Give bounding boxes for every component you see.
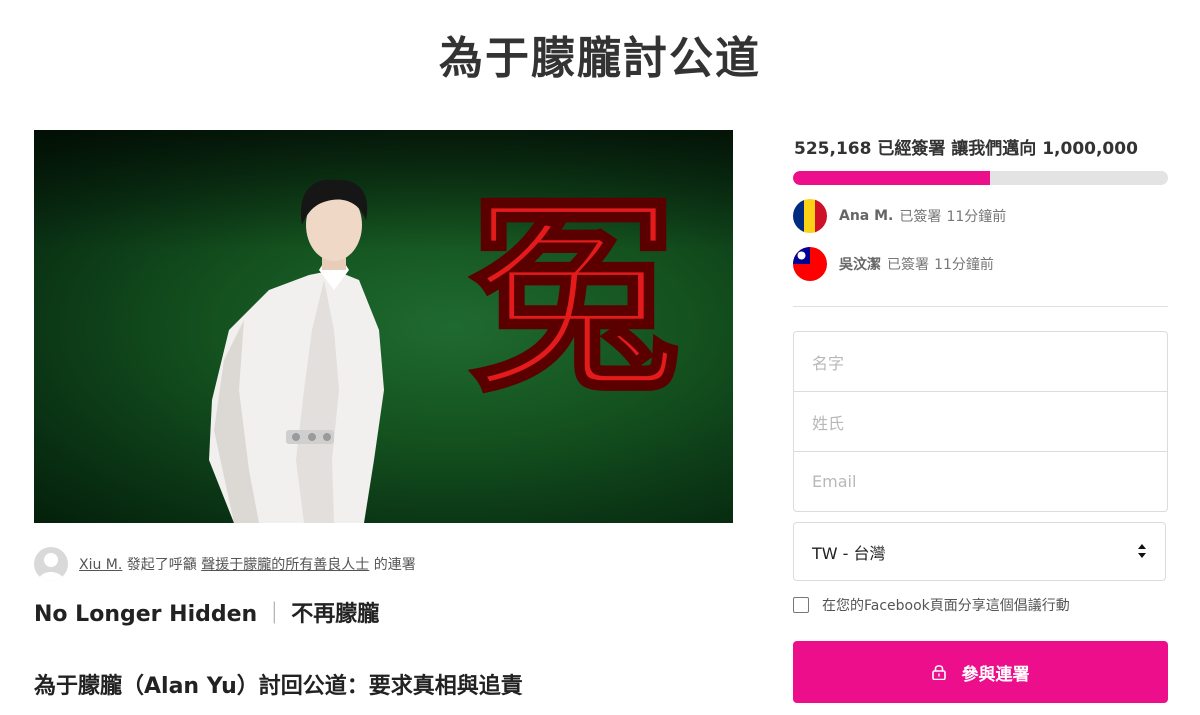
lock-icon [931,664,946,680]
select-arrows-icon [1137,543,1147,563]
starter-name-link[interactable]: Xiu M. [79,557,122,573]
signer-status: 已簽署 [899,209,942,225]
recent-signer: Ana M. 已簽署 11分鐘前 [793,199,1006,233]
calligraphy-character: 冤 [469,173,679,420]
last-name-field[interactable]: 姓氏 [794,392,1167,452]
country-value: TW - 台灣 [812,543,886,563]
signature-count: 525,168 已經簽署 讓我們邁向 1,000,000 [794,134,1138,159]
starter-action: 發起了呼籲 [126,557,197,573]
starter-line: Xiu M. 發起了呼籲 聲援于朦朧的所有善良人士 的連署 [79,554,416,574]
signer-status: 已簽署 [887,257,929,273]
signer-time: 11分鐘前 [946,209,1007,225]
hero-image: 冤 [34,130,733,523]
sign-button-label: 參與連署 [961,664,1030,685]
email-field[interactable]: Email [794,452,1167,511]
starter-suffix: 的連署 [373,557,416,573]
subheading-zh: 不再朦朧 [291,602,380,627]
signer-name: Ana M. [839,208,894,224]
facebook-share-label: 在您的Facebook頁面分享這個倡議行動 [822,598,1070,614]
page-title: 為于朦朧討公道 [439,33,761,85]
starter-avatar [34,547,68,581]
signer-time: 11分鐘前 [934,257,994,273]
subheading-en: No Longer Hidden [34,602,258,627]
progress-fill [793,171,990,185]
signed-label: 已經簽署 讓我們邁向 [877,139,1037,159]
first-name-field[interactable]: 名字 [794,332,1167,392]
signed-count: 525,168 [794,139,872,159]
petition-headline: 為于朦朧（Alan Yu）討回公道：要求真相與追責 [34,674,523,699]
romania-flag-icon [793,199,827,233]
signer-name: 吳汶潔 [839,257,881,273]
recent-signer: 吳汶潔 已簽署 11分鐘前 [793,247,994,281]
divider [793,306,1168,307]
facebook-share-option[interactable]: 在您的Facebook頁面分享這個倡議行動 [793,595,1070,615]
starter-target-link[interactable]: 聲援于朦朧的所有善良人士 [201,557,369,573]
taiwan-flag-icon [793,247,827,281]
progress-bar [793,171,1168,185]
petition-subheading: No Longer Hidden ｜不再朦朧 [34,602,380,627]
facebook-share-checkbox[interactable] [793,597,809,613]
sign-petition-button[interactable]: 參與連署 [793,641,1168,703]
signature-form: 名字 姓氏 Email [793,331,1168,512]
signature-goal: 1,000,000 [1042,139,1138,159]
country-select[interactable]: TW - 台灣 [793,522,1166,581]
